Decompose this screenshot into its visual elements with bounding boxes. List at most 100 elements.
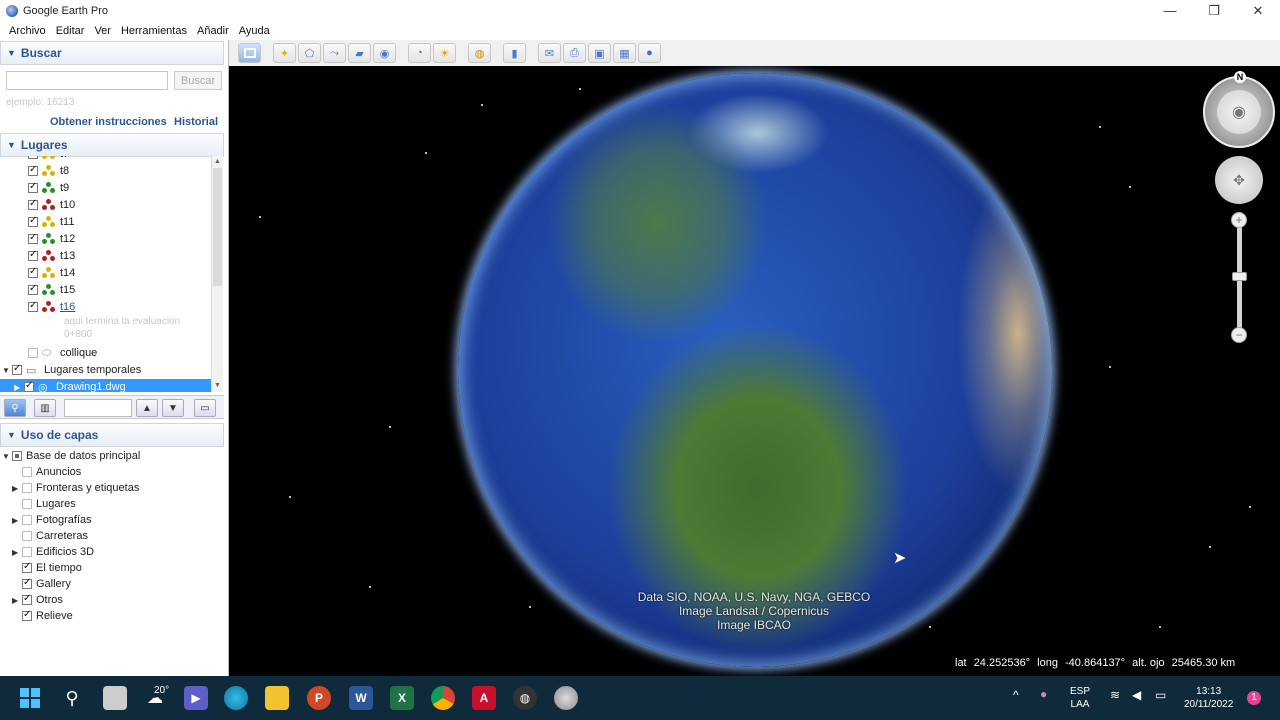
add-placemark-button[interactable]: ✦ — [273, 43, 296, 63]
place-checkbox[interactable] — [28, 181, 38, 193]
get-directions-link[interactable]: Obtener instrucciones — [50, 116, 167, 128]
expand-arrow-icon[interactable]: ▶ — [12, 516, 22, 525]
layer-checkbox[interactable] — [22, 515, 32, 525]
place-checkbox[interactable] — [28, 164, 38, 176]
place-checkbox[interactable] — [24, 380, 34, 392]
add-image-overlay-button[interactable]: ▰ — [348, 43, 371, 63]
move-control[interactable]: ✥ — [1215, 156, 1263, 204]
edge-icon[interactable] — [224, 686, 248, 710]
wifi-icon[interactable]: ≋ — [1110, 689, 1120, 702]
expand-arrow-icon[interactable]: ▼ — [2, 366, 12, 375]
search-panel-header[interactable]: ▼ Buscar — [0, 41, 224, 65]
place-checkbox[interactable] — [28, 215, 38, 227]
file-explorer-icon[interactable] — [265, 686, 289, 710]
task-view-icon[interactable] — [103, 686, 127, 710]
windows-start-icon[interactable] — [18, 686, 42, 710]
places-panel-header[interactable]: ▼ Lugares — [0, 133, 224, 157]
search-places-button[interactable]: ⚲ — [4, 399, 26, 417]
scroll-up-arrow-icon[interactable]: ▲ — [212, 156, 223, 167]
autocad-icon[interactable]: A — [472, 686, 496, 710]
search-input[interactable] — [6, 71, 168, 90]
layer-checkbox[interactable] — [22, 499, 32, 509]
place-checkbox[interactable] — [28, 232, 38, 244]
volume-icon[interactable]: ◀ — [1132, 689, 1141, 702]
toggle-sidebar-button[interactable] — [238, 43, 261, 63]
switch-planet-button[interactable]: ◍ — [468, 43, 491, 63]
layers-root[interactable]: ▼ Base de datos principal — [2, 448, 140, 464]
expand-arrow-icon[interactable]: ▶ — [12, 548, 22, 557]
scroll-thumb[interactable] — [213, 168, 222, 286]
selected-place-item[interactable]: ▶ ◎ Drawing1.dwg — [0, 379, 211, 392]
move-up-button[interactable]: ▲ — [136, 399, 158, 417]
folder-button[interactable]: ▭ — [194, 399, 216, 417]
layer-checkbox[interactable] — [22, 609, 32, 621]
place-item[interactable]: t15 — [28, 282, 75, 298]
place-item[interactable]: t8 — [28, 163, 69, 179]
layer-checkbox[interactable] — [22, 561, 32, 573]
zoom-out-button[interactable]: − — [1231, 327, 1247, 343]
minimize-button[interactable]: — — [1148, 0, 1192, 21]
add-polygon-button[interactable]: ⬠ — [298, 43, 321, 63]
place-checkbox[interactable] — [28, 300, 38, 312]
close-button[interactable]: ✕ — [1236, 0, 1280, 21]
north-indicator[interactable]: N — [1234, 71, 1246, 83]
layer-checkbox[interactable] — [22, 467, 32, 477]
history-link[interactable]: Historial — [174, 116, 218, 128]
menu-anadir[interactable]: Añadir — [192, 25, 234, 37]
folder-checkbox[interactable] — [12, 363, 22, 375]
layer-item[interactable]: ▶ Fronteras y etiquetas — [12, 480, 139, 496]
place-item[interactable]: t9 — [28, 180, 69, 196]
menu-archivo[interactable]: Archivo — [4, 25, 51, 37]
view-in-maps-button[interactable]: ▦ — [613, 43, 636, 63]
menu-editar[interactable]: Editar — [51, 25, 90, 37]
layer-checkbox[interactable] — [22, 531, 32, 541]
email-button[interactable]: ✉ — [538, 43, 561, 63]
layer-item[interactable]: Lugares — [12, 496, 76, 512]
layer-item[interactable]: Relieve — [12, 608, 73, 624]
panel-toggle-button[interactable]: ▥ — [34, 399, 56, 417]
layer-checkbox[interactable] — [22, 593, 32, 605]
layer-checkbox[interactable] — [12, 451, 22, 461]
chrome-icon[interactable] — [431, 686, 455, 710]
menu-herramientas[interactable]: Herramientas — [116, 25, 192, 37]
layer-item[interactable]: ▶ Otros — [12, 592, 63, 608]
expand-arrow-icon[interactable]: ▶ — [12, 484, 22, 493]
sunlight-button[interactable]: ☀ — [433, 43, 456, 63]
place-item[interactable]: t12 — [28, 231, 75, 247]
place-checkbox[interactable] — [28, 156, 38, 159]
place-item[interactable]: ⬭ collique — [28, 345, 97, 361]
look-around-control[interactable]: ◉ — [1203, 76, 1275, 148]
word-icon[interactable]: W — [349, 686, 373, 710]
layer-item[interactable]: ▶ Fotografías — [12, 512, 92, 528]
globe-viewport[interactable]: Data SIO, NOAA, U.S. Navy, NGA, GEBCO Im… — [229, 66, 1280, 676]
battery-icon[interactable]: ▭ — [1155, 689, 1166, 702]
layer-item[interactable]: El tiempo — [12, 560, 82, 576]
earth-globe[interactable] — [458, 73, 1052, 667]
search-icon[interactable]: ⚲ — [60, 686, 84, 710]
tray-overflow-icon[interactable]: ^ — [1013, 689, 1019, 702]
teams-icon[interactable]: ▶ — [184, 686, 208, 710]
place-item[interactable]: t11 — [28, 214, 74, 230]
expand-arrow-icon[interactable]: ▶ — [14, 383, 24, 392]
clock[interactable]: 13:13 20/11/2022 — [1184, 685, 1233, 711]
layer-item[interactable]: Carreteras — [12, 528, 88, 544]
earth-web-button[interactable]: ● — [638, 43, 661, 63]
layer-item[interactable]: ▶ Edificios 3D — [12, 544, 94, 560]
layer-checkbox[interactable] — [22, 547, 32, 557]
save-image-button[interactable]: ▣ — [588, 43, 611, 63]
menu-ver[interactable]: Ver — [89, 25, 116, 37]
language-indicator[interactable]: ESP LAA — [1070, 685, 1090, 711]
places-scrollbar[interactable]: ▲ ▼ — [211, 156, 223, 392]
record-tour-button[interactable]: ◉ — [373, 43, 396, 63]
layer-checkbox[interactable] — [22, 483, 32, 493]
place-checkbox[interactable] — [28, 348, 38, 358]
notification-badge[interactable]: 1 — [1247, 691, 1261, 705]
restore-button[interactable]: ❐ — [1192, 0, 1236, 21]
place-checkbox[interactable] — [28, 198, 38, 210]
menu-ayuda[interactable]: Ayuda — [234, 25, 275, 37]
place-checkbox[interactable] — [28, 249, 38, 261]
place-item[interactable]: t7 — [28, 156, 69, 162]
print-button[interactable]: ⎙ — [563, 43, 586, 63]
place-item[interactable]: t10 — [28, 197, 75, 213]
zoom-in-button[interactable]: + — [1231, 212, 1247, 228]
